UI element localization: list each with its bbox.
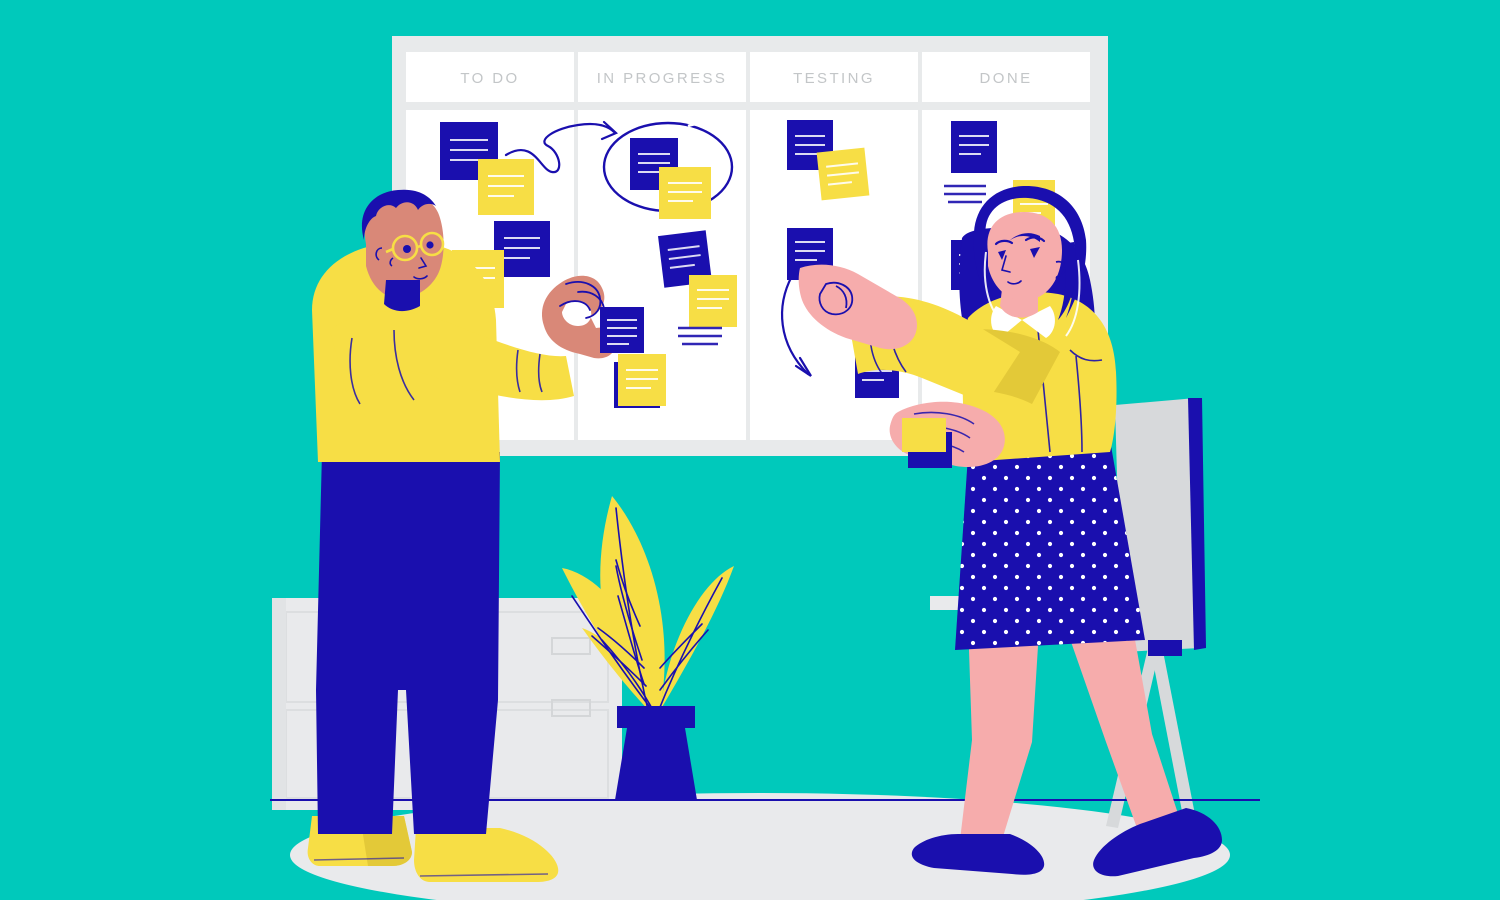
sticky-note-progress-2[interactable] (659, 167, 711, 219)
sticky-note-held-by-woman[interactable] (902, 418, 952, 468)
sticky-note-held-by-man[interactable] (600, 307, 644, 353)
illustration-stage: TO DO IN PROGRESS TESTING DONE (0, 0, 1500, 900)
scene-svg: TO DO IN PROGRESS TESTING DONE (0, 0, 1500, 900)
column-label-testing: TESTING (793, 70, 875, 87)
column-label-todo: TO DO (460, 70, 519, 87)
sticky-note-progress-5[interactable] (614, 354, 666, 408)
column-label-done: DONE (980, 70, 1033, 87)
sticky-note-todo-2[interactable] (478, 159, 534, 215)
sticky-note-done-1[interactable] (951, 121, 997, 173)
sticky-note-testing-2[interactable] (816, 147, 870, 201)
sticky-note-progress-4[interactable] (689, 275, 737, 327)
column-label-in-progress: IN PROGRESS (597, 70, 728, 87)
